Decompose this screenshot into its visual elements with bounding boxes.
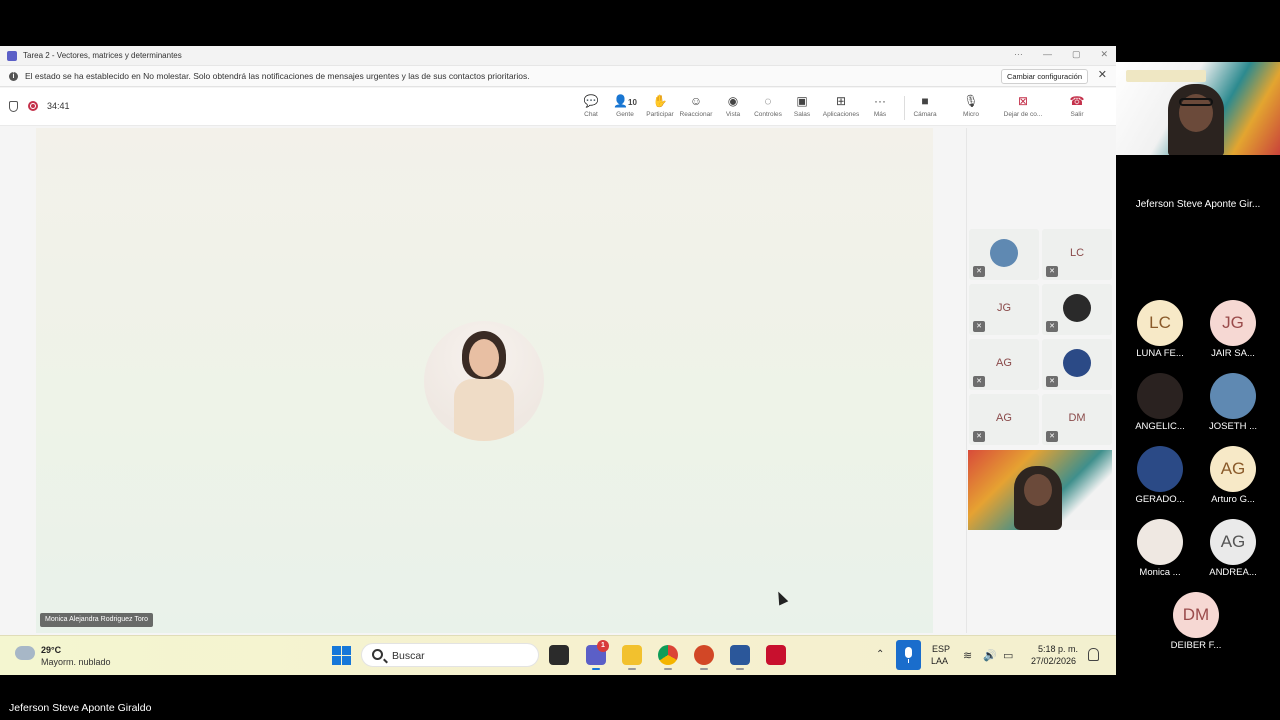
participant-tile[interactable]: ✕ xyxy=(969,229,1039,280)
participant-photo xyxy=(990,239,1018,267)
participant-photo xyxy=(1137,446,1183,492)
wifi-icon[interactable]: ≋ xyxy=(963,649,972,662)
mic-off-icon: ✕ xyxy=(1046,321,1058,332)
close-notice-icon[interactable]: ✕ xyxy=(1098,70,1107,81)
teams-app-icon xyxy=(7,50,17,61)
notification-badge: 1 xyxy=(597,640,609,652)
participant-tile[interactable]: LC ✕ xyxy=(1042,229,1112,280)
battery-icon[interactable]: ▭ xyxy=(1003,649,1013,662)
gallery-participant[interactable]: ANGELIC... xyxy=(1124,373,1196,437)
participant-photo xyxy=(1137,519,1183,565)
stop-share-icon: ⊠ xyxy=(1017,94,1029,108)
main-stage xyxy=(36,128,933,633)
window-title: Tarea 2 - Vectores, matrices y determina… xyxy=(23,51,182,60)
clock-time[interactable]: 5:18 p. m. xyxy=(1038,644,1078,654)
gallery-participant[interactable]: JOSETH ... xyxy=(1197,373,1269,437)
self-video-tile xyxy=(968,450,1112,530)
gallery-participant[interactable]: JG JAIR SA... xyxy=(1197,300,1269,364)
windows-start-icon[interactable] xyxy=(332,646,351,665)
speaker-name-tag: Monica Alejandra Rodriguez Toro xyxy=(40,613,153,627)
gallery-participant[interactable]: AG ANDREA... xyxy=(1197,519,1269,583)
participant-photo xyxy=(1137,373,1183,419)
word-icon[interactable] xyxy=(730,645,750,670)
leave-button[interactable]: ☎ Salir xyxy=(1055,94,1099,122)
participant-tile[interactable]: ✕ xyxy=(1042,339,1112,390)
participant-tile[interactable]: JG ✕ xyxy=(969,284,1039,335)
mic-off-icon: ✕ xyxy=(973,266,985,277)
weather-temperature[interactable]: 29°C xyxy=(41,645,61,655)
task-view-icon[interactable] xyxy=(549,645,569,665)
gallery-participant[interactable]: GERADO... xyxy=(1124,446,1196,510)
panel-divider xyxy=(966,128,967,633)
gallery-participant[interactable]: DM DEIBER F... xyxy=(1160,592,1232,656)
volume-icon[interactable]: 🔊 xyxy=(983,649,997,662)
mic-off-icon: ✕ xyxy=(1046,266,1058,277)
window-titlebar: Tarea 2 - Vectores, matrices y determina… xyxy=(0,46,1116,66)
shared-screen: Tarea 2 - Vectores, matrices y determina… xyxy=(0,46,1116,675)
more-icon: ··· xyxy=(874,94,886,108)
presenter-name: Jeferson Steve Aponte Gir... xyxy=(1135,199,1261,210)
rooms-icon: ▣ xyxy=(796,94,808,108)
rooms-button[interactable]: ▣ Salas xyxy=(780,94,824,122)
speaker-avatar xyxy=(424,321,544,441)
participant-photo xyxy=(1063,294,1091,322)
clock-date[interactable]: 27/02/2026 xyxy=(1031,656,1076,666)
windows-taskbar: 29°C Mayorm. nublado Buscar 1 ⌃ ESP LAA xyxy=(0,635,1116,675)
language-indicator[interactable]: ESP xyxy=(932,644,950,654)
participant-photo xyxy=(1063,349,1091,377)
hangup-icon: ☎ xyxy=(1069,94,1085,108)
close-window-icon[interactable]: ✕ xyxy=(1100,49,1108,60)
dnd-notice-bar: i El estado se ha establecido en No mole… xyxy=(0,66,1116,87)
participant-tile[interactable]: AG ✕ xyxy=(969,394,1039,445)
participant-tile[interactable]: DM ✕ xyxy=(1042,394,1112,445)
notification-bell-icon[interactable] xyxy=(1088,648,1099,661)
recording-icon xyxy=(28,101,38,111)
chrome-icon[interactable] xyxy=(658,645,678,670)
gallery-participant[interactable]: Monica ... xyxy=(1124,519,1196,583)
institution-logo xyxy=(1126,70,1206,82)
powerpoint-icon[interactable] xyxy=(694,645,714,670)
taskbar-search[interactable]: Buscar xyxy=(361,643,539,667)
screen-root: Tarea 2 - Vectores, matrices y determina… xyxy=(0,0,1280,720)
shield-icon xyxy=(9,101,18,112)
apps-button[interactable]: ⊞ Aplicaciones xyxy=(819,94,863,122)
chevron-up-icon[interactable]: ⌃ xyxy=(876,649,884,660)
teams-taskbar-icon[interactable]: 1 xyxy=(586,640,609,670)
stop-sharing-button[interactable]: ⊠ Dejar de co... xyxy=(1001,94,1045,122)
participant-tile[interactable]: AG ✕ xyxy=(969,339,1039,390)
more-button[interactable]: ··· Más xyxy=(858,94,902,122)
mic-button[interactable]: 🎙 Micro xyxy=(949,94,993,122)
search-icon xyxy=(372,649,383,660)
mic-active-icon[interactable] xyxy=(896,640,921,670)
camera-button[interactable]: ■ Cámara xyxy=(903,94,947,122)
mic-off-icon: ✕ xyxy=(973,431,985,442)
acrobat-icon[interactable] xyxy=(766,645,786,665)
mic-off-icon: ✕ xyxy=(973,376,985,387)
more-options-icon[interactable]: ··· xyxy=(1014,49,1023,60)
gallery-participant[interactable]: LC LUNA FE... xyxy=(1124,300,1196,364)
participant-tile[interactable]: ✕ xyxy=(1042,284,1112,335)
weather-description[interactable]: Mayorm. nublado xyxy=(41,657,111,667)
participant-photo xyxy=(1210,373,1256,419)
mic-off-icon: ✕ xyxy=(1046,376,1058,387)
mic-off-icon: ✕ xyxy=(973,321,985,332)
mic-icon: 🎙 xyxy=(963,94,979,108)
camera-icon: ■ xyxy=(921,94,929,108)
search-placeholder: Buscar xyxy=(392,650,425,662)
presenter-camera xyxy=(1116,62,1280,155)
file-explorer-icon[interactable] xyxy=(622,645,642,670)
minimize-icon[interactable]: — xyxy=(1043,49,1052,60)
keyboard-layout[interactable]: LAA xyxy=(931,656,948,666)
info-icon: i xyxy=(9,71,18,81)
gallery-participant[interactable]: AG Arturo G... xyxy=(1197,446,1269,510)
change-settings-button[interactable]: Cambiar configuración xyxy=(1000,69,1088,84)
meeting-toolbar: 34:41 💬 Chat 👤10 Gente ✋ Participar ☺ Re… xyxy=(0,88,1116,126)
mic-off-icon: ✕ xyxy=(1046,431,1058,442)
meeting-timer: 34:41 xyxy=(47,101,70,111)
apps-icon: ⊞ xyxy=(835,94,847,108)
notice-text: El estado se ha establecido en No molest… xyxy=(25,71,530,81)
maximize-icon[interactable]: ▢ xyxy=(1072,49,1081,60)
presenter-label: Jeferson Steve Aponte Giraldo xyxy=(9,702,152,714)
cloud-icon xyxy=(15,646,35,660)
